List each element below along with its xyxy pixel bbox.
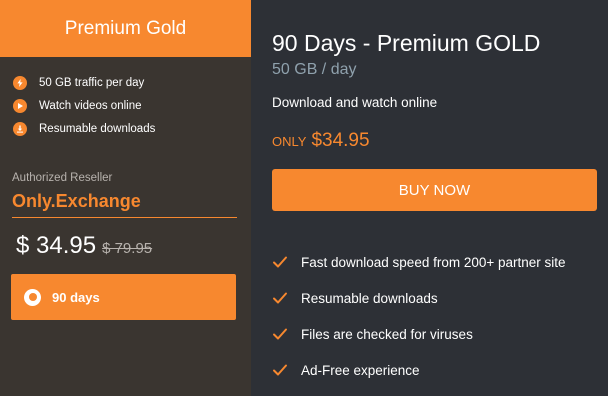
only-label: ONLY — [272, 134, 307, 149]
duration-label: 90 days — [52, 289, 100, 305]
benefit-item: Resumable downloads — [272, 280, 566, 316]
benefit-list: Fast download speed from 200+ partner si… — [272, 244, 566, 388]
check-icon — [272, 362, 288, 378]
download-icon — [13, 121, 27, 136]
plan-quota: 50 GB / day — [272, 61, 357, 78]
plan-description: Download and watch online — [272, 95, 438, 110]
feature-label: Resumable downloads — [39, 122, 156, 135]
feature-item: Watch videos online — [13, 94, 155, 117]
page-title: 90 Days - Premium GOLD — [272, 30, 541, 56]
original-price: $ 79.95 — [102, 240, 153, 257]
pricing-card: Premium Gold 50 GB traffic per day Watch… — [0, 0, 608, 396]
lightning-icon — [13, 75, 27, 90]
feature-label: Watch videos online — [39, 99, 142, 112]
play-icon — [13, 98, 27, 113]
feature-list: 50 GB traffic per day Watch videos onlin… — [13, 71, 155, 140]
duration-option-90-days[interactable]: 90 days — [11, 274, 236, 320]
feature-label: 50 GB traffic per day — [39, 76, 145, 89]
benefit-item: Ad-Free experience — [272, 352, 566, 388]
benefit-label: Resumable downloads — [301, 290, 438, 306]
buy-now-button[interactable]: BUY NOW — [272, 169, 597, 211]
reseller-label: Authorized Reseller — [12, 172, 113, 184]
price-row: $ 34.95 $ 79.95 — [16, 232, 152, 260]
reseller-name[interactable]: Only.Exchange — [12, 191, 141, 212]
benefit-label: Files are checked for viruses — [301, 326, 473, 342]
check-icon — [272, 326, 288, 342]
check-icon — [272, 290, 288, 306]
plan-detail-panel: 90 Days - Premium GOLD 50 GB / day Downl… — [251, 0, 608, 396]
benefit-label: Ad-Free experience — [301, 362, 420, 378]
current-price: $ 34.95 — [16, 232, 97, 259]
only-price: $34.95 — [311, 130, 370, 151]
feature-item: Resumable downloads — [13, 117, 155, 140]
benefit-item: Fast download speed from 200+ partner si… — [272, 244, 566, 280]
divider — [12, 217, 237, 218]
plan-name: Premium Gold — [0, 0, 251, 57]
price-callout: ONLY $34.95 — [272, 130, 370, 152]
benefit-label: Fast download speed from 200+ partner si… — [301, 254, 566, 270]
plan-summary-panel: Premium Gold 50 GB traffic per day Watch… — [0, 0, 251, 396]
benefit-item: Files are checked for viruses — [272, 316, 566, 352]
check-icon — [272, 254, 288, 270]
radio-selected-icon[interactable] — [24, 288, 41, 306]
feature-item: 50 GB traffic per day — [13, 71, 155, 94]
